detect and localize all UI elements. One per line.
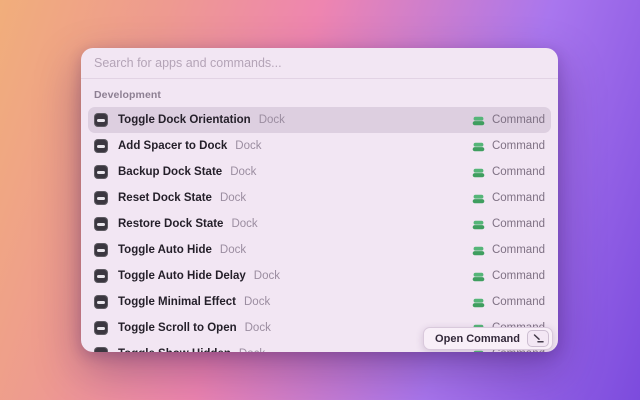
dock-app-icon	[94, 347, 108, 352]
command-subtitle: Dock	[230, 166, 256, 178]
accessory-type-label: Command	[492, 218, 545, 230]
accessory-type-label: Command	[492, 140, 545, 152]
command-tray-icon	[472, 166, 485, 179]
list-item[interactable]: Toggle Minimal Effect Dock Command	[88, 289, 551, 315]
command-subtitle: Dock	[254, 270, 280, 282]
open-command-hint[interactable]: Open Command	[423, 327, 553, 350]
list-item[interactable]: Reset Dock State Dock Command	[88, 185, 551, 211]
command-subtitle: Dock	[259, 114, 285, 126]
dock-app-icon	[94, 165, 108, 179]
list-item[interactable]: Toggle Dock Orientation Dock Command	[88, 107, 551, 133]
launcher-window: Development Toggle Dock Orientation Dock…	[81, 48, 558, 352]
open-command-label: Open Command	[435, 333, 520, 345]
search-input[interactable]	[94, 56, 545, 70]
command-tray-icon	[472, 296, 485, 309]
row-accessory: Command	[472, 192, 545, 205]
command-title: Reset Dock State	[118, 192, 212, 204]
dock-app-icon	[94, 217, 108, 231]
row-accessory: Command	[472, 114, 545, 127]
command-title: Backup Dock State	[118, 166, 222, 178]
command-subtitle: Dock	[239, 348, 265, 352]
command-title: Toggle Auto Hide Delay	[118, 270, 246, 282]
dock-app-icon	[94, 269, 108, 283]
list-item[interactable]: Toggle Auto Hide Dock Command	[88, 237, 551, 263]
accessory-type-label: Command	[492, 166, 545, 178]
command-title: Restore Dock State	[118, 218, 223, 230]
dock-app-icon	[94, 295, 108, 309]
command-subtitle: Dock	[231, 218, 257, 230]
section-header: Development	[88, 86, 551, 107]
command-tray-icon	[472, 270, 485, 283]
dock-app-icon	[94, 321, 108, 335]
command-tray-icon	[472, 192, 485, 205]
command-title: Toggle Minimal Effect	[118, 296, 236, 308]
row-accessory: Command	[472, 244, 545, 257]
command-title: Add Spacer to Dock	[118, 140, 227, 152]
dock-app-icon	[94, 139, 108, 153]
command-tray-icon	[472, 140, 485, 153]
accessory-type-label: Command	[492, 192, 545, 204]
row-accessory: Command	[472, 218, 545, 231]
results-list: Development Toggle Dock Orientation Dock…	[81, 79, 558, 352]
command-title: Toggle Auto Hide	[118, 244, 212, 256]
command-subtitle: Dock	[235, 140, 261, 152]
command-subtitle: Dock	[244, 296, 270, 308]
search-bar	[81, 48, 558, 79]
row-accessory: Command	[472, 166, 545, 179]
command-subtitle: Dock	[220, 192, 246, 204]
row-accessory: Command	[472, 140, 545, 153]
command-subtitle: Dock	[220, 244, 246, 256]
row-accessory: Command	[472, 270, 545, 283]
dock-app-icon	[94, 243, 108, 257]
list-item[interactable]: Toggle Auto Hide Delay Dock Command	[88, 263, 551, 289]
row-accessory: Command	[472, 296, 545, 309]
list-item[interactable]: Add Spacer to Dock Dock Command	[88, 133, 551, 159]
command-title: Toggle Scroll to Open	[118, 322, 237, 334]
accessory-type-label: Command	[492, 296, 545, 308]
dock-app-icon	[94, 191, 108, 205]
dock-app-icon	[94, 113, 108, 127]
list-item[interactable]: Restore Dock State Dock Command	[88, 211, 551, 237]
command-title: Toggle Dock Orientation	[118, 114, 251, 126]
command-title: Toggle Show Hidden	[118, 348, 231, 352]
command-tray-icon	[472, 244, 485, 257]
accessory-type-label: Command	[492, 270, 545, 282]
list-item[interactable]: Backup Dock State Dock Command	[88, 159, 551, 185]
accessory-type-label: Command	[492, 114, 545, 126]
command-tray-icon	[472, 218, 485, 231]
accessory-type-label: Command	[492, 244, 545, 256]
command-tray-icon	[472, 114, 485, 127]
command-subtitle: Dock	[245, 322, 271, 334]
enter-key-icon	[527, 330, 549, 347]
